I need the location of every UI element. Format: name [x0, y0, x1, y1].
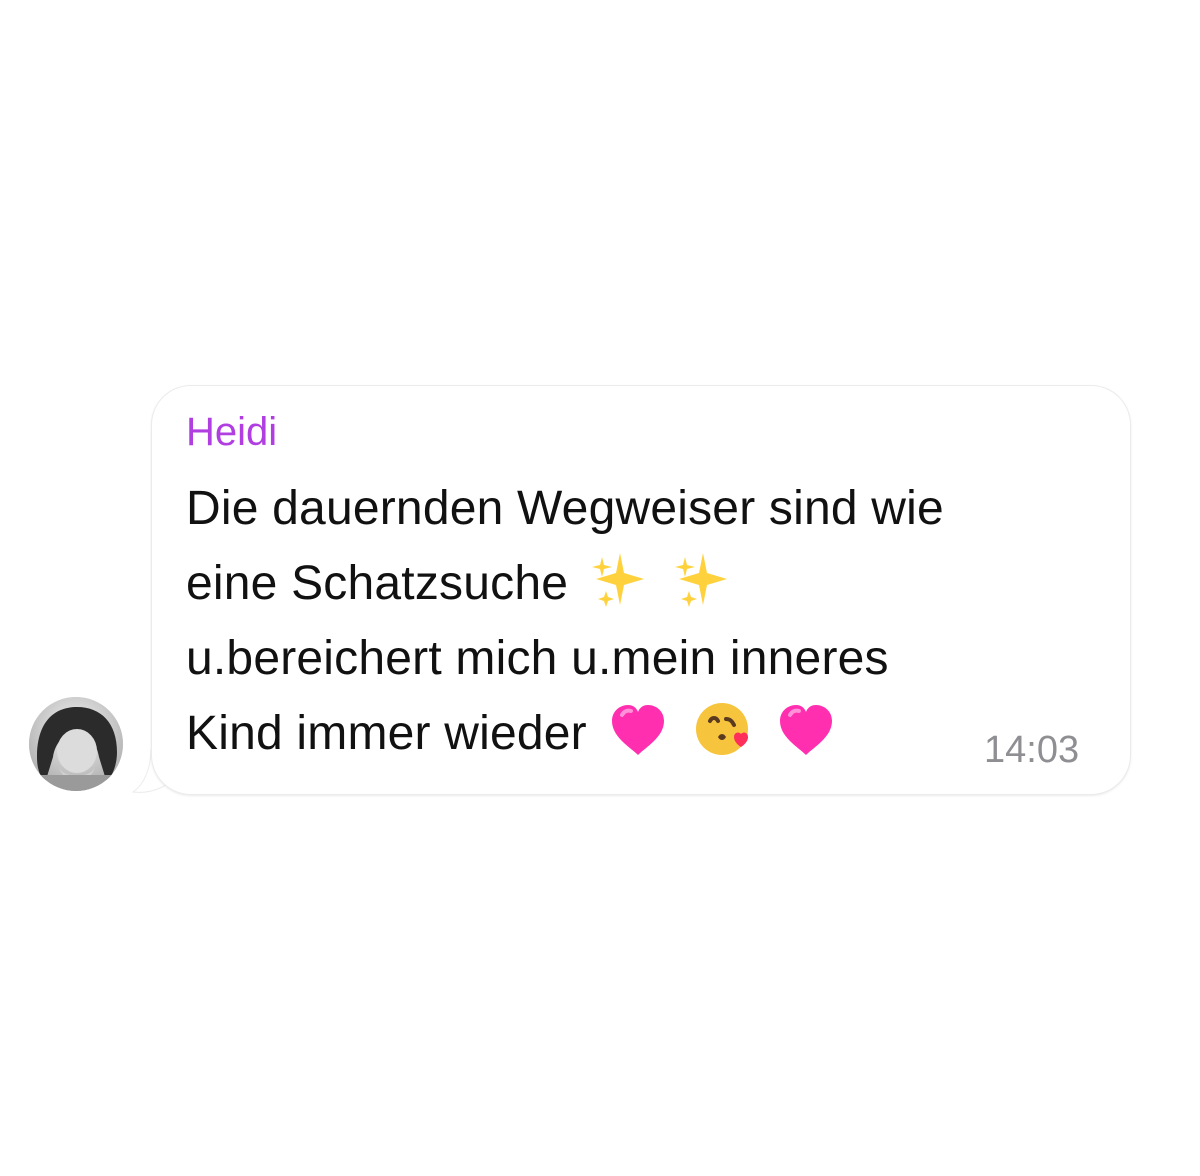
message-line-3: u.bereichert mich u.mein inneres	[186, 632, 889, 685]
message-line-2-text: eine Schatzsuche	[186, 557, 569, 610]
message-line-1: Die dauernden Wegweiser sind wie	[186, 482, 944, 535]
sparkles-icon	[588, 547, 652, 611]
message-line-4-text: Kind immer wieder	[186, 707, 587, 760]
sparkles-icon	[671, 547, 735, 611]
message-line-4: Kind immer wieder	[186, 696, 1116, 771]
message-timestamp: 14:03	[984, 729, 1080, 771]
message-text: Die dauernden Wegweiser sind wie eine Sc…	[186, 471, 1116, 771]
pink-heart-icon	[606, 697, 670, 761]
pink-heart-icon	[774, 697, 838, 761]
message-line-2: eine Schatzsuche	[186, 546, 1116, 621]
kissing-face-icon	[690, 697, 754, 761]
avatar[interactable]	[29, 697, 123, 791]
sender-name[interactable]: Heidi	[186, 405, 277, 459]
